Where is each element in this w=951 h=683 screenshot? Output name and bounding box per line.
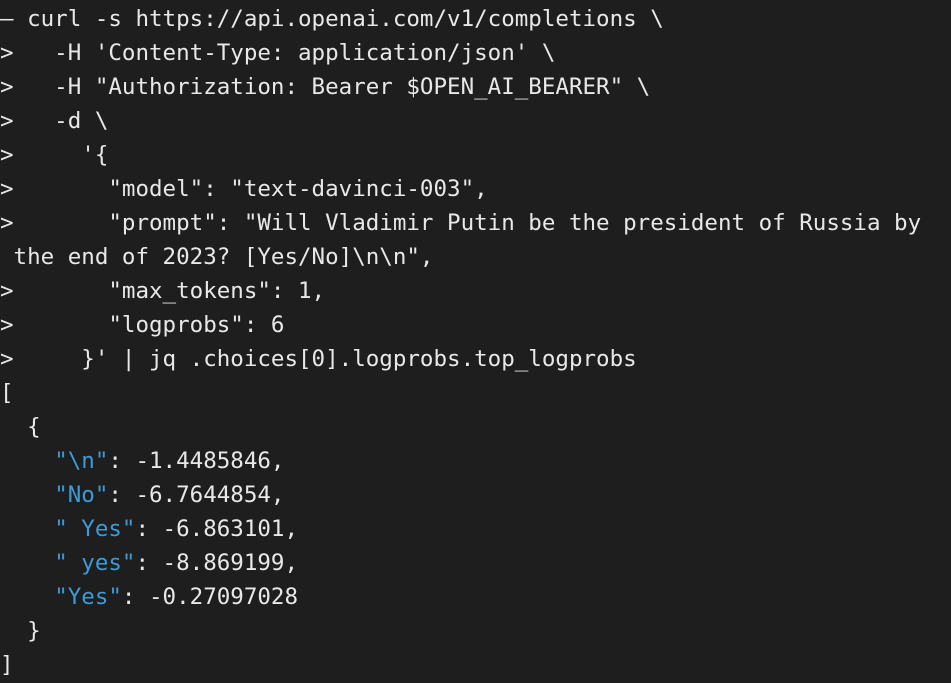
logprob-value: : -8.869199, <box>135 550 299 576</box>
output-close-brace: } <box>0 618 41 644</box>
output-entry: "Yes": -0.27097028 <box>0 580 298 614</box>
output-entry: " yes": -8.869199, <box>0 546 298 580</box>
output-entry: "No": -6.7644854, <box>0 478 284 512</box>
command-line: > -H "Authorization: Bearer $OPEN_AI_BEA… <box>0 74 651 100</box>
command-line-wrapped: the end of 2023? [Yes/No]\n\n", <box>0 244 434 270</box>
output-entry: " Yes": -6.863101, <box>0 512 298 546</box>
logprob-value: : -6.863101, <box>135 516 299 542</box>
command-line: > }' | jq .choices[0].logprobs.top_logpr… <box>0 346 637 372</box>
logprob-key: "\n" <box>54 448 109 474</box>
logprob-key: "No" <box>54 482 109 508</box>
output-open-brace: { <box>0 414 41 440</box>
entry-indent <box>0 516 54 542</box>
logprob-value: : -1.4485846, <box>108 448 285 474</box>
output-close-bracket: ] <box>0 652 14 678</box>
command-line: > "prompt": "Will Vladimir Putin be the … <box>0 210 922 236</box>
command-line: > -d \ <box>0 108 109 134</box>
logprob-key: " Yes" <box>54 516 136 542</box>
command-line: — curl -s https://api.openai.com/v1/comp… <box>0 6 664 32</box>
entry-indent <box>0 482 54 508</box>
command-line: > "logprobs": 6 <box>0 312 285 338</box>
entry-indent <box>0 448 54 474</box>
logprob-key: " yes" <box>54 550 136 576</box>
logprob-key: "Yes" <box>54 584 122 610</box>
command-line: > "max_tokens": 1, <box>0 278 326 304</box>
command-line: > -H 'Content-Type: application/json' \ <box>0 40 556 66</box>
entry-indent <box>0 584 54 610</box>
terminal-window[interactable]: — curl -s https://api.openai.com/v1/comp… <box>0 0 951 683</box>
logprob-value: : -0.27097028 <box>121 584 299 610</box>
command-line: > '{ <box>0 142 109 168</box>
logprob-value: : -6.7644854, <box>108 482 285 508</box>
entry-indent <box>0 550 54 576</box>
output-entry: "\n": -1.4485846, <box>0 444 284 478</box>
output-open-bracket: [ <box>0 380 14 406</box>
command-line: > "model": "text-davinci-003", <box>0 176 488 202</box>
